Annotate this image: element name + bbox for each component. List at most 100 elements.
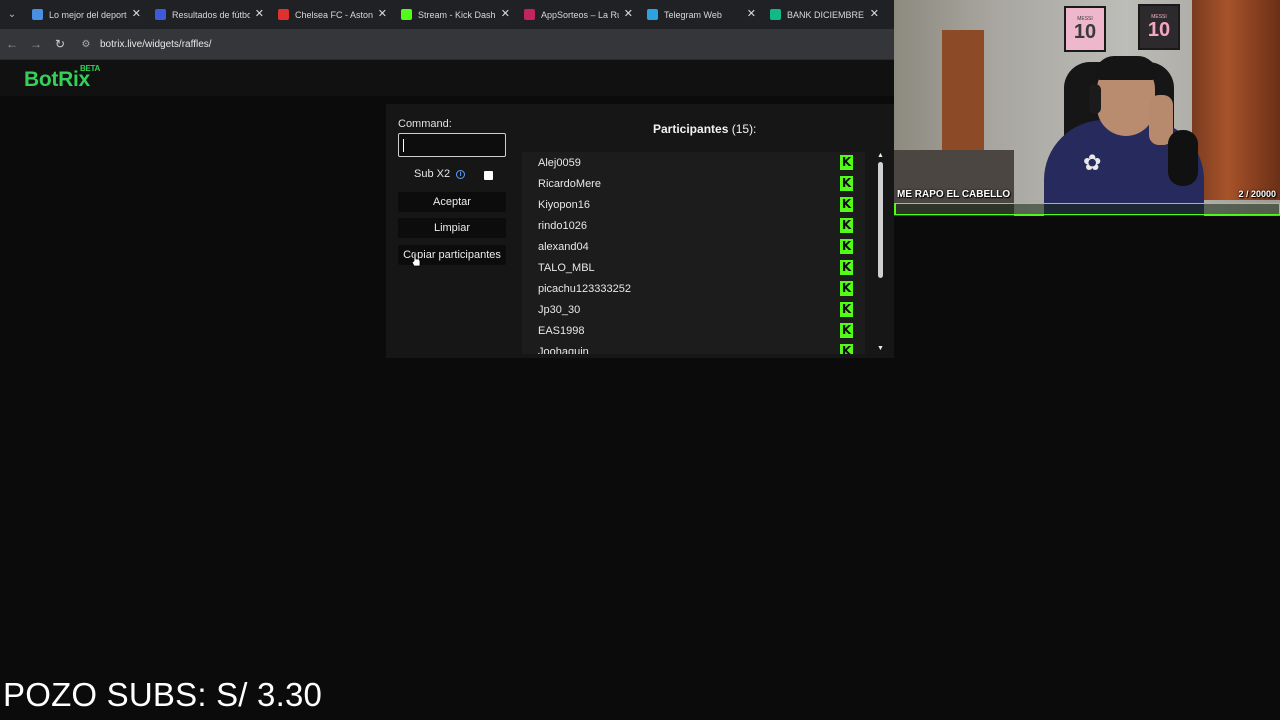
command-input[interactable] <box>398 133 506 157</box>
tab-close-icon[interactable]: ✕ <box>132 8 141 20</box>
kick-icon: K <box>840 260 853 275</box>
url-text: botrix.live/widgets/raffles/ <box>100 38 212 50</box>
jersey-number: 10 <box>1147 19 1171 41</box>
participants-title-text: Participantes <box>653 122 729 136</box>
tab-label: Chelsea FC - Aston Villa <box>295 9 373 20</box>
kick-icon: K <box>840 197 853 212</box>
participant-row: TALO_MBL K <box>522 257 865 278</box>
participant-name: RicardoMere <box>538 177 601 190</box>
sheet-icon <box>770 9 781 20</box>
participant-name: TALO_MBL <box>538 261 595 274</box>
goal-title: ME RAPO EL CABELLO <box>897 189 1011 200</box>
sub-x2-label: Sub X2 <box>414 168 451 180</box>
sub-x2-row: Sub X2 i <box>414 168 466 180</box>
scroll-down-icon[interactable]: ▼ <box>877 345 884 352</box>
pozo-subs-text: POZO SUBS: S/ 3.30 <box>3 676 323 713</box>
browser-tab[interactable]: BANK DICIEMBRE 2024 ✕ <box>762 0 885 29</box>
scroll-up-icon[interactable]: ▲ <box>877 152 884 159</box>
tab-close-icon[interactable]: ✕ <box>255 8 264 20</box>
accept-button[interactable]: Aceptar <box>398 192 506 212</box>
scroll-thumb[interactable] <box>878 162 883 278</box>
browser-tab[interactable]: Chelsea FC - Aston Villa ✕ <box>270 0 393 29</box>
participants-count: (15): <box>731 122 757 136</box>
tab-close-icon[interactable]: ✕ <box>870 8 879 20</box>
kick-icon: K <box>840 239 853 254</box>
participant-row: Joohaquin K <box>522 341 865 354</box>
telegram-icon <box>647 9 658 20</box>
participant-row: Kiyopon16 K <box>522 194 865 215</box>
participant-name: picachu123333252 <box>538 282 631 295</box>
url-field[interactable]: ⚙ botrix.live/widgets/raffles/ <box>74 33 874 55</box>
participant-name: Alej0059 <box>538 156 581 169</box>
kick-icon: K <box>840 344 853 354</box>
microphone-icon <box>1168 130 1198 186</box>
tab-close-icon[interactable]: ✕ <box>747 8 756 20</box>
tab-list: Lo mejor del deporte ✕ Resultados de fútbo… <box>24 0 885 29</box>
beta-badge: BETA <box>80 64 100 73</box>
jersey-number: 10 <box>1073 21 1097 43</box>
participant-name: Joohaquin <box>538 345 589 355</box>
d-logo-icon <box>32 9 43 20</box>
participant-row: EAS1998 K <box>522 320 865 341</box>
appsorteos-icon <box>524 9 535 20</box>
goal-progress-bar <box>894 203 1280 215</box>
participant-row: picachu123333252 K <box>522 278 865 299</box>
back-icon[interactable]: ← <box>0 29 24 59</box>
botrix-logo[interactable]: BotRix BETA <box>24 64 100 92</box>
browser-tab[interactable]: Lo mejor del deporte ✕ <box>24 0 147 29</box>
headset-icon <box>1089 84 1101 114</box>
kick-icon: K <box>840 302 853 317</box>
participant-name: rindo1026 <box>538 219 587 232</box>
goal-count: 2 / 20000 <box>1238 189 1276 199</box>
tab-strip: ⌄ Lo mejor del deporte ✕ Resultados de fút… <box>0 0 894 29</box>
participant-row: Jp30_30 K <box>522 299 865 320</box>
kick-icon: K <box>840 323 853 338</box>
kick-icon: K <box>840 218 853 233</box>
participant-name: Kiyopon16 <box>538 198 590 211</box>
tab-label: AppSorteos – La Ruleta <box>541 9 619 20</box>
participants-list[interactable]: Alej0059 K RicardoMere K Kiyopon16 Krindo1026… <box>522 152 865 354</box>
participants-title: Participantes (15): <box>653 122 756 136</box>
s-logo-icon <box>155 9 166 20</box>
tab-close-icon[interactable]: ✕ <box>501 8 510 20</box>
browser-tab[interactable]: Stream - Kick Dashboard ✕ <box>393 0 516 29</box>
participant-name: alexand04 <box>538 240 589 253</box>
reload-icon[interactable]: ↻ <box>48 29 72 59</box>
tab-label: Stream - Kick Dashboard <box>418 9 496 20</box>
participant-row: rindo1026 K <box>522 215 865 236</box>
browser-tab[interactable]: Resultados de fútbol ✕ <box>147 0 270 29</box>
browser-tab[interactable]: Telegram Web ✕ <box>639 0 762 29</box>
kick-icon: K <box>840 176 853 191</box>
jersey-frame-right: MESSI 10 <box>1138 4 1180 50</box>
address-bar: ← → ↻ ⚙ botrix.live/widgets/raffles/ <box>0 29 894 59</box>
participants-scrollbar[interactable]: ▲ ▼ <box>876 152 886 354</box>
site-info-icon[interactable]: ⚙ <box>80 38 92 50</box>
tab-label: Resultados de fútbol <box>172 9 250 20</box>
right-door <box>1192 0 1280 200</box>
forward-icon[interactable]: → <box>24 29 48 59</box>
text-caret <box>403 139 404 152</box>
streamer-hair <box>1095 56 1157 80</box>
tab-search-icon[interactable]: ⌄ <box>0 0 24 29</box>
browser-tab[interactable]: AppSorteos – La Ruleta ✕ <box>516 0 639 29</box>
tab-close-icon[interactable]: ✕ <box>378 8 387 20</box>
participant-row: RicardoMere K <box>522 173 865 194</box>
raffle-panel: Command: Sub X2 i Aceptar Limpiar Copiar… <box>386 104 894 358</box>
tab-label: Telegram Web <box>664 9 722 20</box>
jersey-frame-left: MESSI 10 <box>1064 6 1106 52</box>
tab-close-icon[interactable]: ✕ <box>624 8 633 20</box>
clear-button[interactable]: Limpiar <box>398 218 506 238</box>
participant-row: alexand04 K <box>522 236 865 257</box>
app-header: BotRix BETA <box>0 59 894 96</box>
kick-icon: K <box>840 281 853 296</box>
sub-x2-checkbox[interactable] <box>484 171 493 180</box>
participant-name: EAS1998 <box>538 324 585 337</box>
info-icon[interactable]: i <box>456 169 466 179</box>
webcam-overlay: MESSI 10 MESSI 10 ✿ ME RAPO EL CABELLO 2… <box>894 0 1280 216</box>
tab-label: Lo mejor del deporte <box>49 9 127 20</box>
screen: ⌄ Lo mejor del deporte ✕ Resultados de fút… <box>0 0 1280 720</box>
hand-cursor-icon <box>411 252 421 267</box>
participant-name: Jp30_30 <box>538 303 581 316</box>
command-label: Command: <box>398 118 452 130</box>
tab-label: BANK DICIEMBRE 2024 <box>787 9 865 20</box>
